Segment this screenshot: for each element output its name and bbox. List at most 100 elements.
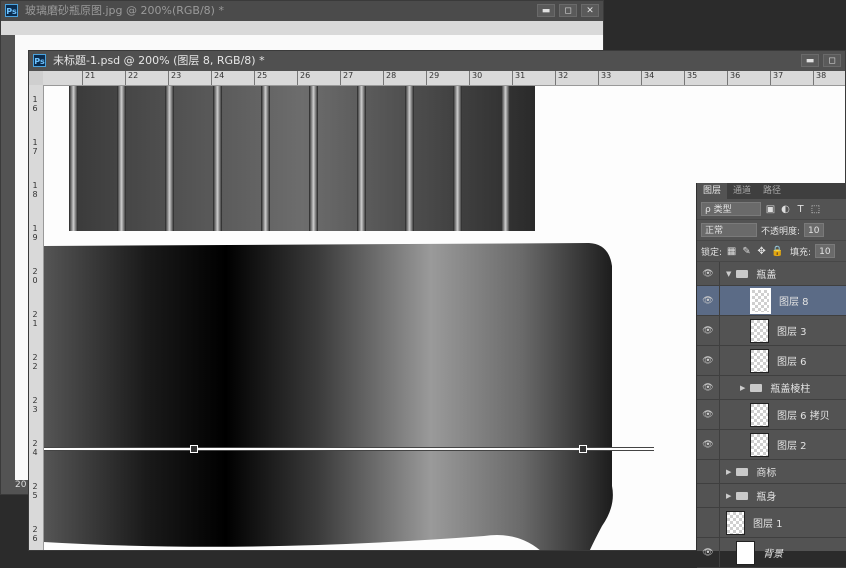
ruler-tick: 33 <box>597 71 612 85</box>
shape-filter-icon[interactable]: ⬚ <box>810 204 821 215</box>
visibility-eye-icon[interactable] <box>697 484 720 507</box>
layer-group-row[interactable]: ▶ 商标 <box>697 460 846 484</box>
ruler-tick: 2 4 <box>32 439 38 457</box>
ruler-tick: 37 <box>769 71 784 85</box>
lock-label: 锁定: <box>701 247 723 258</box>
visibility-eye-icon[interactable]: 👁 <box>697 538 720 567</box>
lock-position-icon[interactable]: ✥ <box>756 246 767 257</box>
back-window-status: 20 <box>15 480 27 490</box>
type-filter-icon[interactable]: T <box>795 204 806 215</box>
layer-group-row[interactable]: 👁 ▶ 瓶盖棱柱 <box>697 376 846 400</box>
layer-group-row[interactable]: ▶ 瓶身 <box>697 484 846 508</box>
minimize-button[interactable]: ▬ <box>537 4 555 17</box>
ruler-tick: 36 <box>726 71 741 85</box>
maximize-button[interactable]: ◻ <box>823 54 841 67</box>
layer-row[interactable]: 👁 图层 6 拷贝 <box>697 400 846 430</box>
visibility-eye-icon[interactable]: 👁 <box>697 316 720 345</box>
ruler-tick: 1 6 <box>32 95 38 113</box>
ruler-tick: 2 3 <box>32 396 38 414</box>
ruler-tick: 31 <box>511 71 526 85</box>
layer-row[interactable]: 👁 背景 <box>697 538 846 568</box>
back-window-titlebar[interactable]: Ps 玻璃磨砂瓶原图.jpg @ 200%(RGB/8) * ▬ ◻ ✕ <box>1 1 603 22</box>
layer-row[interactable]: 👁 图层 2 <box>697 430 846 460</box>
tab-layers[interactable]: 图层 <box>697 183 728 199</box>
front-window-title: 未标题-1.psd @ 200% (图层 8, RGB/8) * <box>53 54 265 67</box>
anchor-point[interactable] <box>579 445 587 453</box>
layer-row[interactable]: 👁 图层 3 <box>697 316 846 346</box>
layer-name: 图层 3 <box>777 327 807 338</box>
ruler-tick: 24 <box>210 71 225 85</box>
layers-panel[interactable]: 图层 通道 路径 ρ 类型 ▣ ◐ T ⬚ 正常 不透明度: 10 锁定: ▦ … <box>696 183 846 568</box>
panel-tabs: 图层 通道 路径 <box>697 183 846 199</box>
ruler-tick: 28 <box>382 71 397 85</box>
layer-name: 图层 8 <box>779 297 809 308</box>
layer-row[interactable]: 图层 1 <box>697 508 846 538</box>
visibility-eye-icon[interactable] <box>697 508 720 537</box>
layer-thumbnail <box>750 432 769 457</box>
folder-icon <box>736 467 749 476</box>
layer-row[interactable]: 👁 图层 8 <box>697 286 846 316</box>
layer-group-row[interactable]: 👁 ▼ 瓶盖 <box>697 262 846 286</box>
close-button[interactable]: ✕ <box>581 4 599 17</box>
layer-thumbnail <box>736 540 755 565</box>
cap-rib <box>261 86 270 231</box>
filter-kind-select[interactable]: ρ 类型 <box>701 202 761 216</box>
layer-thumbnail <box>750 318 769 343</box>
ruler-tick: 27 <box>339 71 354 85</box>
layer-name: 瓶盖 <box>756 270 777 281</box>
layer-thumbnail <box>726 510 745 535</box>
anchor-point[interactable] <box>190 445 198 453</box>
horizontal-ruler[interactable]: 21 22 23 24 25 26 27 28 29 30 31 32 33 34 35 36 37 38 <box>43 71 845 86</box>
back-window-title: 玻璃磨砂瓶原图.jpg @ 200%(RGB/8) * <box>25 4 224 17</box>
collapsed-arrow-icon[interactable]: ▶ <box>726 492 731 500</box>
maximize-button[interactable]: ◻ <box>559 4 577 17</box>
expanded-arrow-icon[interactable]: ▼ <box>726 270 731 278</box>
layer-thumbnail <box>750 348 769 373</box>
collapsed-arrow-icon[interactable]: ▶ <box>726 468 731 476</box>
blend-mode-select[interactable]: 正常 <box>701 223 757 237</box>
ruler-tick: 2 6 <box>32 525 38 543</box>
visibility-eye-icon[interactable]: 👁 <box>697 430 720 459</box>
layer-row[interactable]: 👁 图层 6 <box>697 346 846 376</box>
minimize-button[interactable]: ▬ <box>801 54 819 67</box>
guide-line[interactable] <box>44 447 654 451</box>
opacity-input[interactable]: 10 <box>804 223 824 237</box>
ruler-tick: 1 8 <box>32 181 38 199</box>
visibility-eye-icon[interactable]: 👁 <box>697 262 720 285</box>
ruler-tick: 30 <box>468 71 483 85</box>
visibility-eye-icon[interactable]: 👁 <box>697 286 720 315</box>
lock-transparency-icon[interactable]: ▦ <box>726 246 737 257</box>
collapsed-arrow-icon[interactable]: ▶ <box>740 384 745 392</box>
ruler-tick: 26 <box>296 71 311 85</box>
layer-name: 图层 2 <box>777 441 807 452</box>
ruler-tick: 35 <box>683 71 698 85</box>
vertical-ruler[interactable]: 1 6 1 7 1 8 1 9 2 0 2 1 2 2 2 3 2 4 2 5 2 6 <box>29 85 44 550</box>
ruler-tick: 2 2 <box>32 353 38 371</box>
layer-name: 图层 6 拷贝 <box>777 411 830 422</box>
ruler-tick: 22 <box>124 71 139 85</box>
ruler-tick: 2 5 <box>32 482 38 500</box>
back-window-ruler <box>1 21 603 35</box>
image-filter-icon[interactable]: ▣ <box>765 204 776 215</box>
ruler-tick: 1 9 <box>32 224 38 242</box>
visibility-eye-icon[interactable] <box>697 460 720 483</box>
cap-rib <box>453 86 462 231</box>
tab-channels[interactable]: 通道 <box>727 183 757 199</box>
fill-input[interactable]: 10 <box>815 244 835 258</box>
ruler-origin[interactable] <box>29 71 43 85</box>
layer-thumbnail <box>750 402 769 427</box>
front-window-titlebar[interactable]: Ps 未标题-1.psd @ 200% (图层 8, RGB/8) * ▬ ◻ <box>29 51 845 72</box>
tab-paths[interactable]: 路径 <box>757 183 787 199</box>
visibility-eye-icon[interactable]: 👁 <box>697 376 720 399</box>
cap-rib <box>309 86 318 231</box>
visibility-eye-icon[interactable]: 👁 <box>697 400 720 429</box>
cap-rib <box>213 86 222 231</box>
filter-row: ρ 类型 ▣ ◐ T ⬚ <box>697 199 846 220</box>
ruler-tick: 2 0 <box>32 267 38 285</box>
lock-all-icon[interactable]: 🔒 <box>771 246 783 257</box>
adjustment-filter-icon[interactable]: ◐ <box>780 204 791 215</box>
layer-name: 瓶身 <box>756 492 777 503</box>
layer-thumbnail <box>750 287 771 314</box>
visibility-eye-icon[interactable]: 👁 <box>697 346 720 375</box>
lock-pixels-icon[interactable]: ✎ <box>741 246 752 257</box>
